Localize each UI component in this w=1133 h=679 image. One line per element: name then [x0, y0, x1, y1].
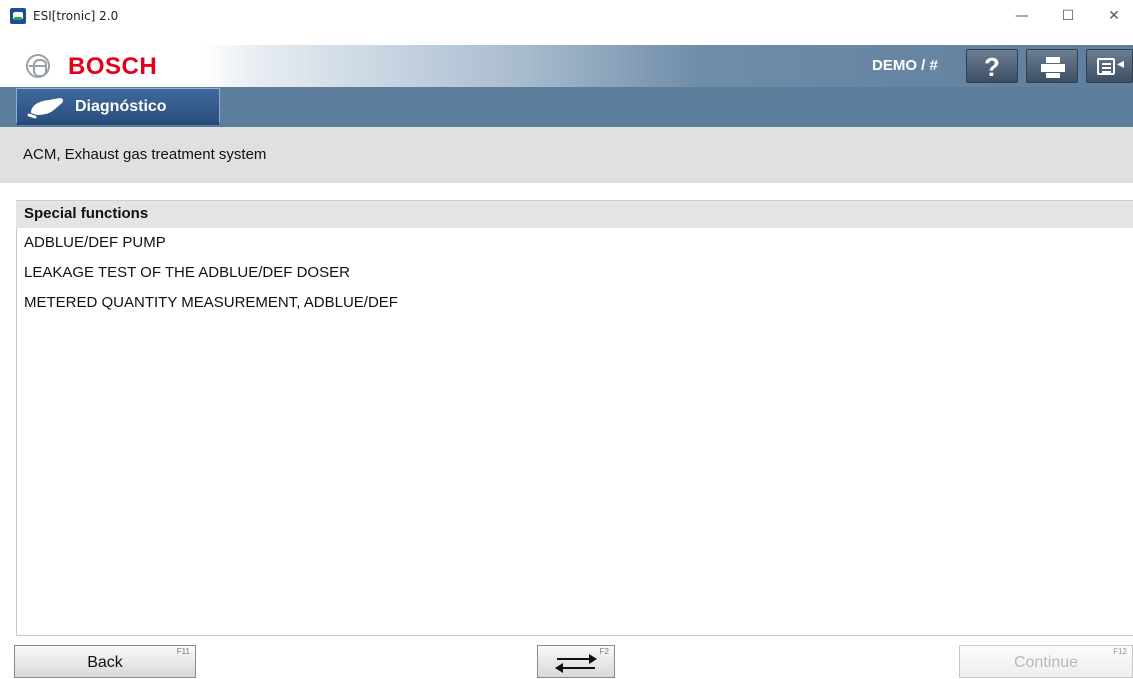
print-icon — [1041, 57, 1065, 78]
list-header — [16, 200, 1133, 228]
continue-shortcut: F12 — [1113, 647, 1127, 656]
minimize-button[interactable]: — — [999, 4, 1045, 28]
back-shortcut: F11 — [176, 647, 190, 656]
car-diagnostic-icon — [27, 98, 64, 119]
menu-icon — [1097, 58, 1115, 75]
list-item[interactable]: ADBLUE/DEF PUMP — [24, 229, 1124, 257]
back-button[interactable]: Back F11 — [14, 645, 196, 678]
continue-button[interactable]: Continue F12 — [959, 645, 1133, 678]
list-header-label: Special functions — [24, 205, 149, 222]
app-icon — [10, 8, 26, 24]
user-label: DEMO / # — [872, 57, 938, 74]
help-icon: ? — [984, 52, 1000, 82]
brand-header — [0, 45, 1133, 87]
menu-arrow-icon: ◂ — [1117, 55, 1125, 71]
tab-diagnostico[interactable]: Diagnóstico — [16, 88, 220, 125]
bosch-logo-icon — [26, 54, 50, 78]
swap-arrows-icon — [555, 654, 597, 673]
tab-label: Diagnóstico — [75, 98, 167, 115]
back-label: Back — [87, 654, 123, 671]
window-title: ESI[tronic] 2.0 — [33, 9, 119, 23]
list-item[interactable]: METERED QUANTITY MEASUREMENT, ADBLUE/DEF — [24, 289, 1124, 317]
brand-name: BOSCH — [68, 53, 158, 80]
swap-shortcut: F2 — [599, 647, 609, 656]
print-button[interactable] — [1026, 49, 1078, 83]
window-title-bar: ESI[tronic] 2.0 — ☐ ✕ — [0, 0, 1133, 32]
continue-label: Continue — [1013, 654, 1079, 671]
help-button[interactable]: ? — [966, 49, 1018, 83]
menu-button[interactable]: ◂ — [1086, 49, 1133, 83]
list-item[interactable]: LEAKAGE TEST OF THE ADBLUE/DEF DOSER — [24, 259, 1124, 287]
breadcrumb: ACM, Exhaust gas treatment system — [23, 146, 267, 163]
close-button[interactable]: ✕ — [1091, 4, 1133, 28]
maximize-button[interactable]: ☐ — [1045, 4, 1091, 28]
swap-button[interactable]: F2 — [537, 645, 615, 678]
